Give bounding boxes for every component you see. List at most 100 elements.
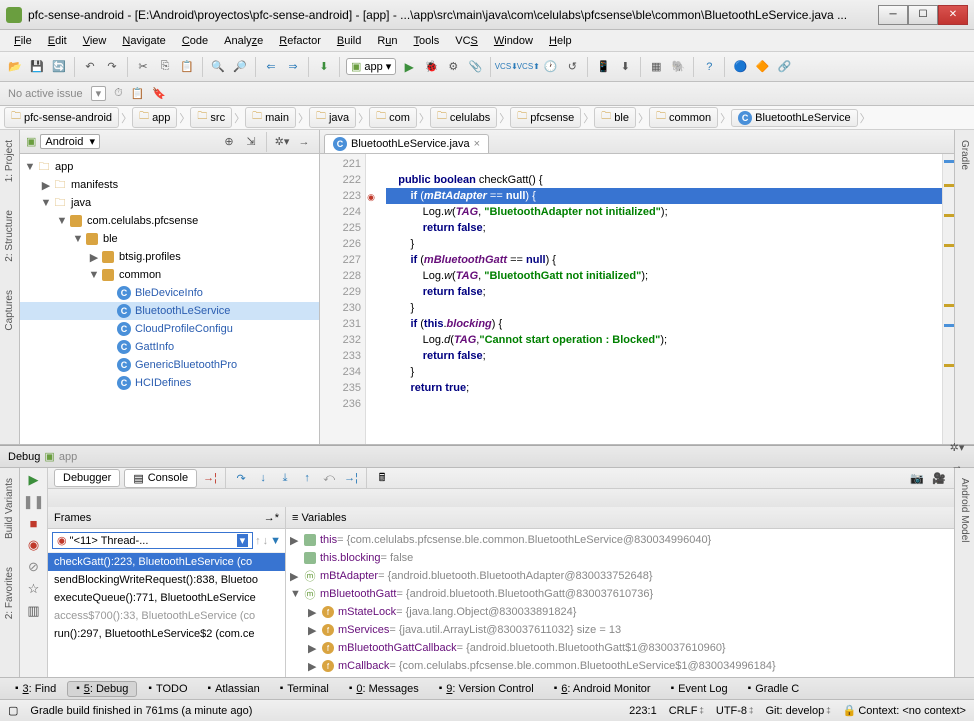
crumb-pfcsense[interactable]: 🗀pfcsense	[510, 107, 581, 128]
collapse-icon[interactable]: ⇲	[242, 133, 260, 151]
var-row[interactable]: ▼ⓜmBluetoothGatt = {android.bluetooth.Bl…	[286, 585, 954, 603]
vcs-commit-icon[interactable]: VCS⬆	[519, 58, 537, 76]
revert-icon[interactable]: ↺	[563, 58, 581, 76]
maximize-button[interactable]: ☐	[908, 5, 938, 25]
line-separator[interactable]: CRLF‡	[669, 705, 704, 717]
timer-icon[interactable]: ⏱	[114, 87, 123, 100]
caret-position[interactable]: 223:1	[629, 705, 657, 717]
tree-item-common[interactable]: ▼common	[20, 266, 319, 284]
menu-file[interactable]: File	[6, 33, 40, 49]
tree-item-java[interactable]: ▼🗀java	[20, 194, 319, 212]
crumb-java[interactable]: 🗀java	[309, 107, 356, 128]
menu-refactor[interactable]: Refactor	[271, 33, 329, 49]
profile-button[interactable]: ⚙	[444, 58, 462, 76]
crumb-celulabs[interactable]: 🗀celulabs	[430, 107, 497, 128]
tree-item-BleDeviceInfo[interactable]: CBleDeviceInfo	[20, 284, 319, 302]
force-step-into-icon[interactable]: ⤓	[276, 469, 294, 487]
frame-row[interactable]: run():297, BluetoothLeService$2 (com.ce	[48, 625, 285, 643]
replace-icon[interactable]: 🔎	[231, 58, 249, 76]
tab-project[interactable]: 1: Project	[3, 136, 16, 186]
bottom-tab[interactable]: ▪3: Find	[6, 681, 65, 697]
bookmark-icon[interactable]: 🔖	[152, 87, 166, 100]
help-icon[interactable]: ?	[700, 58, 718, 76]
tree-item-app[interactable]: ▼🗀app	[20, 158, 319, 176]
var-row[interactable]: ▶ⓜmBtAdapter = {android.bluetooth.Blueto…	[286, 567, 954, 585]
menu-window[interactable]: Window	[486, 33, 541, 49]
var-row[interactable]: ▶fmBluetoothGattCallback = {android.blue…	[286, 639, 954, 657]
var-row[interactable]: ▶this = {com.celulabs.pfcsense.ble.commo…	[286, 531, 954, 549]
git-branch[interactable]: Git: develop‡	[766, 705, 831, 717]
bottom-tab[interactable]: ▪6: Android Monitor	[545, 681, 660, 697]
close-button[interactable]: ✕	[938, 5, 968, 25]
tree-item-ble[interactable]: ▼ble	[20, 230, 319, 248]
menu-view[interactable]: View	[75, 33, 115, 49]
tree-item-HCIDefines[interactable]: CHCIDefines	[20, 374, 319, 392]
misc2-icon[interactable]: 🔗	[775, 58, 793, 76]
settings-icon[interactable]: ✲▾	[273, 133, 291, 151]
editor-tab-active[interactable]: C BluetoothLeService.java ×	[324, 134, 489, 153]
step-out-icon[interactable]: ↑	[298, 469, 316, 487]
close-tab-icon[interactable]: ×	[474, 138, 480, 150]
paste-icon[interactable]: 📋	[178, 58, 196, 76]
bottom-tab[interactable]: ▪Terminal	[271, 681, 338, 697]
frame-row[interactable]: sendBlockingWriteRequest():838, Bluetoo	[48, 571, 285, 589]
cut-icon[interactable]: ✂	[134, 58, 152, 76]
locate-icon[interactable]: ⊕	[220, 133, 238, 151]
misc1-icon[interactable]: 🔶	[753, 58, 771, 76]
crumb-src[interactable]: 🗀src	[190, 107, 232, 128]
tree-item-GenericBluetoothPro[interactable]: CGenericBluetoothPro	[20, 356, 319, 374]
run-to-cursor-icon[interactable]: →¦	[342, 469, 360, 487]
history-icon[interactable]: 🕐	[541, 58, 559, 76]
open-icon[interactable]: 📂	[6, 58, 24, 76]
menu-help[interactable]: Help	[541, 33, 580, 49]
menu-navigate[interactable]: Navigate	[114, 33, 173, 49]
crumb-main[interactable]: 🗀main	[245, 107, 296, 128]
frame-row[interactable]: executeQueue():771, BluetoothLeService	[48, 589, 285, 607]
menu-analyze[interactable]: Analyze	[216, 33, 271, 49]
menu-tools[interactable]: Tools	[406, 33, 448, 49]
pause-button[interactable]: ❚❚	[23, 494, 45, 510]
project-view-selector[interactable]: Android ▾	[40, 134, 100, 149]
tab-captures[interactable]: Captures	[3, 286, 16, 335]
build-icon[interactable]: ⬇	[315, 58, 333, 76]
jira-icon[interactable]: 🔵	[731, 58, 749, 76]
tree-item-CloudProfileConfigu[interactable]: CCloudProfileConfigu	[20, 320, 319, 338]
next-frame-icon[interactable]: ↓	[263, 535, 269, 547]
undo-icon[interactable]: ↶	[81, 58, 99, 76]
crumb-pfc-sense-android[interactable]: 🗀pfc-sense-android	[4, 107, 119, 128]
step-into-icon[interactable]: ↓	[254, 469, 272, 487]
var-row[interactable]: ▶fmStateLock = {java.lang.Object@8300338…	[286, 603, 954, 621]
tree-item-btsig.profiles[interactable]: ▶btsig.profiles	[20, 248, 319, 266]
restore-button[interactable]: ▥	[27, 603, 39, 619]
tree-item-com.celulabs.pfcsense[interactable]: ▼com.celulabs.pfcsense	[20, 212, 319, 230]
resume-button[interactable]: ▶	[29, 472, 39, 488]
tab-favorites[interactable]: 2: Favorites	[3, 563, 16, 623]
issue-dropdown[interactable]: ▾	[91, 86, 107, 101]
menu-build[interactable]: Build	[329, 33, 369, 49]
crumb-app[interactable]: 🗀app	[132, 107, 177, 128]
var-row[interactable]: ▶fmCallback = {com.celulabs.pfcsense.ble…	[286, 657, 954, 675]
screen-record-icon[interactable]: 🎥	[930, 469, 948, 487]
bottom-tab[interactable]: ▪0: Messages	[340, 681, 428, 697]
debug-button[interactable]: 🐞	[422, 58, 440, 76]
bottom-tab[interactable]: ▪Event Log	[662, 681, 737, 697]
mute-breakpoints-button[interactable]: ⊘	[28, 559, 39, 575]
toggle-tools-icon[interactable]: ▢	[8, 704, 18, 717]
layout-button[interactable]: ☆	[28, 581, 40, 597]
var-row[interactable]: this.blocking = false	[286, 549, 954, 567]
tab-android-model[interactable]: Android Model	[958, 474, 971, 546]
hide-icon[interactable]: →	[295, 133, 313, 151]
forward-icon[interactable]: ⇒	[284, 58, 302, 76]
run-config-selector[interactable]: ▣ app ▾	[346, 58, 396, 75]
bottom-tab[interactable]: ▪Atlassian	[199, 681, 269, 697]
back-icon[interactable]: ⇐	[262, 58, 280, 76]
find-icon[interactable]: 🔍	[209, 58, 227, 76]
prev-frame-icon[interactable]: ↑	[255, 535, 261, 547]
drop-frame-icon[interactable]: ⤺	[320, 469, 338, 487]
attach-button[interactable]: 📎	[466, 58, 484, 76]
tree-item-BluetoothLeService[interactable]: CBluetoothLeService	[20, 302, 319, 320]
code-area[interactable]: public boolean checkGatt() { if (mBtAdap…	[366, 154, 942, 444]
filter-icon[interactable]: ▼	[270, 535, 281, 547]
task-icon[interactable]: 📋	[131, 87, 145, 100]
tree-item-manifests[interactable]: ▶🗀manifests	[20, 176, 319, 194]
